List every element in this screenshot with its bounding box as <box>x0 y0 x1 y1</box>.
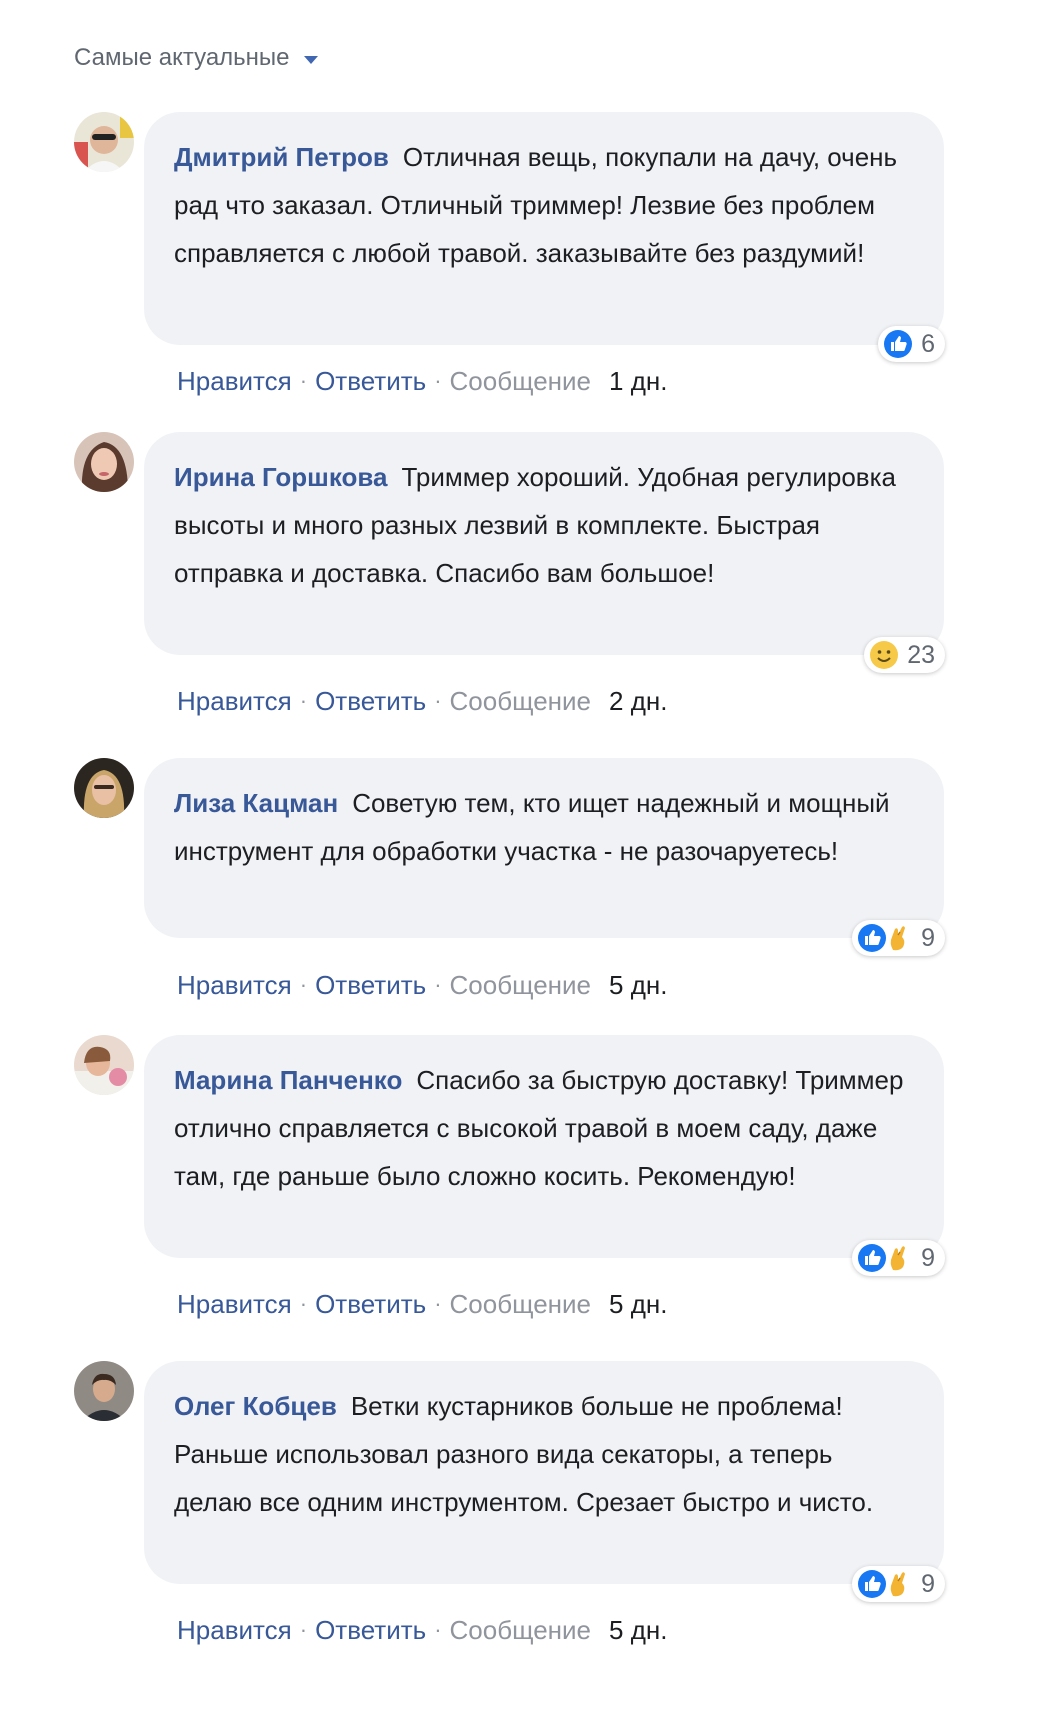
message-link[interactable]: Сообщение <box>450 365 592 397</box>
avatar[interactable] <box>74 758 134 818</box>
fingers-crossed-icon <box>890 1572 906 1597</box>
like-link[interactable]: Нравится <box>177 969 292 1001</box>
like-link[interactable]: Нравится <box>177 1614 292 1646</box>
like-link[interactable]: Нравится <box>177 685 292 717</box>
comment-time[interactable]: 5 дн. <box>609 1288 667 1320</box>
sort-dropdown[interactable]: Самые актуальные <box>74 40 318 76</box>
reaction-count: 23 <box>907 641 935 669</box>
comment-author[interactable]: Марина Панченко <box>174 1065 402 1095</box>
avatar[interactable] <box>74 1361 134 1421</box>
reaction-count: 9 <box>921 1570 935 1598</box>
message-link[interactable]: Сообщение <box>450 685 592 717</box>
fingers-crossed-icon <box>890 1246 906 1271</box>
comment-actions: Нравится · Ответить · Сообщение 5 дн. <box>177 1614 667 1646</box>
separator: · <box>299 688 308 713</box>
comment-actions: Нравится · Ответить · Сообщение 5 дн. <box>177 969 667 1001</box>
comment-bubble: Марина Панченко Спасибо за быструю достав… <box>144 1035 945 1276</box>
message-link[interactable]: Сообщение <box>450 969 592 1001</box>
reaction-summary[interactable]: 9 <box>852 1566 945 1602</box>
separator: · <box>299 368 308 393</box>
comment-time[interactable]: 5 дн. <box>609 1614 667 1646</box>
smile-icon <box>870 641 899 669</box>
separator: · <box>434 1617 442 1642</box>
chevron-down-icon <box>303 55 318 64</box>
separator: · <box>434 972 442 997</box>
reaction-count: 9 <box>921 924 935 952</box>
comment-bubble: Олег Кобцев Ветки кустарников больше не п… <box>144 1361 945 1602</box>
separator: · <box>434 1291 442 1316</box>
comment-actions: Нравится · Ответить · Сообщение 2 дн. <box>177 685 667 717</box>
comment-bubble: Ирина Горшкова Триммер хороший. Удобная р… <box>144 432 945 673</box>
comment-author[interactable]: Дмитрий Петров <box>174 142 389 172</box>
fingers-crossed-icon <box>890 926 906 951</box>
comment-actions: Нравится · Ответить · Сообщение 5 дн. <box>177 1288 667 1320</box>
like-icon <box>884 330 913 358</box>
reply-link[interactable]: Ответить <box>315 365 426 397</box>
comment-author[interactable]: Ирина Горшкова <box>174 462 387 492</box>
like-link[interactable]: Нравится <box>177 1288 292 1320</box>
reply-link[interactable]: Ответить <box>315 1288 426 1320</box>
comment-author[interactable]: Олег Кобцев <box>174 1391 337 1421</box>
like-link[interactable]: Нравится <box>177 365 292 397</box>
avatar[interactable] <box>74 1035 134 1095</box>
sort-label: Самые актуальные <box>74 44 290 71</box>
reaction-summary[interactable]: 23 <box>864 637 945 673</box>
reaction-summary[interactable]: 9 <box>852 1240 945 1276</box>
comment-author[interactable]: Лиза Кацман <box>174 788 338 818</box>
separator: · <box>299 972 308 997</box>
reaction-summary[interactable]: 6 <box>878 326 945 362</box>
message-link[interactable]: Сообщение <box>450 1288 592 1320</box>
separator: · <box>434 368 442 393</box>
avatar[interactable] <box>74 432 134 492</box>
reply-link[interactable]: Ответить <box>315 1614 426 1646</box>
separator: · <box>299 1617 308 1642</box>
reply-link[interactable]: Ответить <box>315 969 426 1001</box>
reply-link[interactable]: Ответить <box>315 685 426 717</box>
separator: · <box>299 1291 308 1316</box>
comment-time[interactable]: 2 дн. <box>609 685 667 717</box>
comment-bubble: Лиза Кацман Советую тем, кто ищет надежны… <box>144 758 945 956</box>
message-link[interactable]: Сообщение <box>450 1614 592 1646</box>
reaction-count: 6 <box>921 330 935 358</box>
comment-actions: Нравится · Ответить · Сообщение 1 дн. <box>177 365 667 397</box>
comment-time[interactable]: 5 дн. <box>609 969 667 1001</box>
comment-time[interactable]: 1 дн. <box>609 365 667 397</box>
reaction-count: 9 <box>921 1244 935 1272</box>
comment-bubble: Дмитрий Петров Отличная вещь, покупали на… <box>144 112 945 362</box>
reaction-summary[interactable]: 9 <box>852 920 945 956</box>
separator: · <box>434 688 442 713</box>
avatar[interactable] <box>74 112 134 172</box>
